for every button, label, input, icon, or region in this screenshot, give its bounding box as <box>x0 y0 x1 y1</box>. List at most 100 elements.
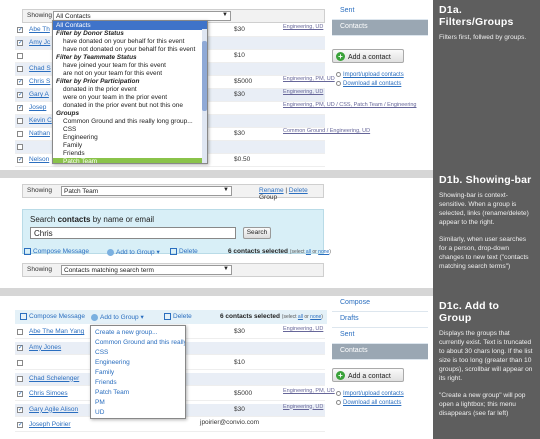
filter-dropdown[interactable]: All Contacts Filter by Donor Status have d… <box>52 20 208 164</box>
row-checkbox[interactable] <box>17 329 23 335</box>
sidebar-item-compose[interactable]: Compose <box>332 296 428 312</box>
contact-groups[interactable]: Engineering, UD <box>283 404 323 410</box>
contact-name-link[interactable]: Gary A <box>29 91 49 98</box>
download-label-3: Download all contacts <box>343 400 402 407</box>
dropdown-option[interactable]: have joined your team for this event <box>53 62 207 70</box>
contact-groups[interactable]: Engineering, UD <box>283 326 323 332</box>
download-contacts-link[interactable]: Download all contacts <box>336 81 401 87</box>
search-button[interactable]: Search <box>243 227 271 239</box>
group-menu-item[interactable]: Friends <box>91 378 185 388</box>
dropdown-option[interactable]: have not donated on your behalf for this… <box>53 46 207 54</box>
dropdown-option[interactable]: donated in the prior event <box>53 86 207 94</box>
row-checkbox[interactable]: ✓ <box>17 105 23 111</box>
search-input[interactable]: Chris <box>30 227 236 239</box>
contact-groups[interactable]: Engineering, UD <box>283 89 323 95</box>
sidebar-item-sent[interactable]: Sent <box>332 4 428 20</box>
contact-name-link[interactable]: Amy Jc <box>29 39 50 46</box>
dropdown-scroll-thumb[interactable] <box>202 41 207 111</box>
showing-select-2[interactable]: Patch Team ▼ <box>61 186 232 196</box>
dropdown-option[interactable]: were on your team in the prior event <box>53 94 207 102</box>
group-menu-item[interactable]: PM <box>91 398 185 408</box>
dropdown-option[interactable]: Common Ground and this really long group… <box>53 118 207 126</box>
contact-groups[interactable]: Engineering, UD <box>283 24 323 30</box>
showing-select-3[interactable]: Contacts matching search term ▼ <box>61 265 232 275</box>
row-checkbox[interactable]: ✓ <box>17 79 23 85</box>
contact-name-link[interactable]: Nathan <box>29 130 50 137</box>
row-checkbox[interactable] <box>17 118 23 124</box>
group-menu[interactable]: Create a new group... Common Ground and t… <box>90 325 186 419</box>
group-menu-item[interactable]: UD <box>91 408 185 418</box>
contact-name-link[interactable]: Abe Th <box>29 26 50 33</box>
contact-groups[interactable]: Engineering, PM, UD <box>283 388 335 394</box>
add-contact-button[interactable]: + Add a contact <box>332 49 404 63</box>
dropdown-option[interactable]: All Contacts <box>53 21 207 30</box>
sidebar-item-drafts[interactable]: Drafts <box>332 312 428 328</box>
row-checkbox[interactable] <box>17 131 23 137</box>
contact-groups[interactable]: Engineering, PM, UD / CSS, Patch Team / … <box>283 102 417 108</box>
dropdown-option[interactable]: Engineering <box>53 134 207 142</box>
row-checkbox[interactable] <box>17 375 23 382</box>
row-checkbox[interactable]: ✓ <box>17 422 23 428</box>
dropdown-option[interactable]: have donated on your behalf for this eve… <box>53 38 207 46</box>
row-checkbox[interactable] <box>17 144 23 150</box>
dropdown-option[interactable]: are not on your team for this event <box>53 70 207 78</box>
import-contacts-link-3[interactable]: Import/upload contacts <box>336 391 404 397</box>
filter-dropdown-options: All Contacts Filter by Donor Status have d… <box>53 21 207 163</box>
contact-name-link[interactable]: Abe The Man Yang <box>29 328 84 335</box>
dropdown-option[interactable]: Patch Team <box>53 158 207 163</box>
delete-contacts-button[interactable]: Delete <box>170 248 198 255</box>
sidebar-item-contacts[interactable]: Contacts <box>332 344 428 360</box>
rename-group-link[interactable]: Rename <box>259 187 284 194</box>
row-checkbox[interactable]: ✓ <box>17 27 23 33</box>
dropdown-option[interactable]: Family <box>53 142 207 150</box>
contact-groups[interactable]: Common Ground / Engineering, UD <box>283 128 370 134</box>
group-menu-item[interactable]: Patch Team <box>91 388 185 398</box>
dropdown-option[interactable]: Friends <box>53 150 207 158</box>
dropdown-option[interactable]: CSS <box>53 126 207 134</box>
row-checkbox[interactable]: ✓ <box>17 40 23 46</box>
select-all-link-3[interactable]: all <box>298 314 303 320</box>
add-to-group-button[interactable]: Add to Group ▾ <box>107 248 160 256</box>
select-none-link-3[interactable]: none <box>310 314 321 320</box>
row-checkbox[interactable]: ✓ <box>17 344 23 351</box>
compose-message-button-3[interactable]: Compose Message <box>20 313 85 320</box>
dropdown-option[interactable]: donated in the prior event but not this … <box>53 102 207 110</box>
contact-name-link[interactable]: Chad S <box>29 65 51 72</box>
contact-name-link[interactable]: Chris Simoes <box>29 390 68 397</box>
contact-name-link[interactable]: Amy Jones <box>29 344 61 351</box>
import-contacts-link[interactable]: Import/upload contacts <box>336 72 404 78</box>
row-checkbox[interactable] <box>17 53 23 59</box>
sidebar-item-sent[interactable]: Sent <box>332 328 428 344</box>
contact-name-link[interactable]: Gary Agile Alison <box>29 406 78 413</box>
group-menu-item[interactable]: Common Ground and this really... <box>91 338 185 348</box>
select-none-link[interactable]: none <box>318 249 329 255</box>
group-menu-item[interactable]: Family <box>91 368 185 378</box>
contact-name-link[interactable]: Joseph Poirier <box>29 421 71 428</box>
group-menu-item[interactable]: CSS <box>91 348 185 358</box>
showing-bar-group: Showing Patch Team ▼ Rename | Delete Gro… <box>22 184 324 201</box>
add-to-group-button-3[interactable]: Add to Group ▾ <box>91 313 144 321</box>
contact-name-link[interactable]: Chad Schelenger <box>29 375 79 382</box>
row-checkbox[interactable] <box>17 66 23 72</box>
group-menu-item[interactable]: Create a new group... <box>91 328 185 338</box>
row-checkbox[interactable]: ✓ <box>17 406 23 413</box>
sidebar-item-contacts[interactable]: Contacts <box>332 20 428 36</box>
row-checkbox[interactable]: ✓ <box>17 92 23 98</box>
contact-name-link[interactable]: Chris S <box>29 78 50 85</box>
row-checkbox[interactable]: ✓ <box>17 157 23 163</box>
delete-group-link[interactable]: Delete <box>289 187 308 194</box>
compose-message-button[interactable]: Compose Message <box>24 248 89 255</box>
row-checkbox[interactable] <box>17 360 23 366</box>
contact-name-link[interactable]: Kevin C <box>29 117 52 124</box>
contact-name-link[interactable]: Josep <box>29 104 46 111</box>
group-menu-item[interactable]: Engineering <box>91 358 185 368</box>
add-contact-button-3[interactable]: + Add a contact <box>332 368 404 382</box>
contact-groups[interactable]: Engineering, PM, UD <box>283 76 335 82</box>
dropdown-group-header: Filter by Prior Participation <box>56 78 140 85</box>
download-contacts-link-3[interactable]: Download all contacts <box>336 400 401 406</box>
row-checkbox[interactable]: ✓ <box>17 391 23 397</box>
select-all-link[interactable]: all <box>306 249 311 255</box>
delete-contacts-button-3[interactable]: Delete <box>164 313 192 320</box>
contact-name-link[interactable]: Nelson <box>29 156 49 163</box>
search-label-bold: contacts <box>57 215 91 224</box>
